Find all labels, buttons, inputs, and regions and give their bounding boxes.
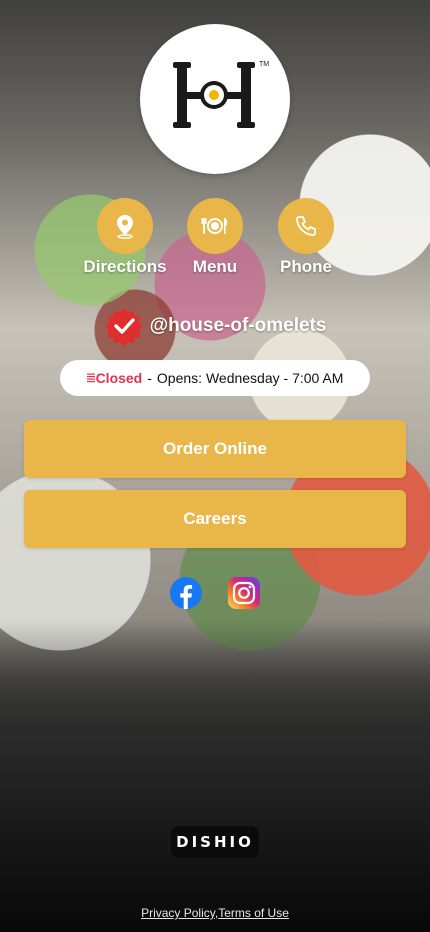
phone-button[interactable]: Phone	[256, 198, 356, 277]
phone-icon	[296, 216, 316, 236]
list-icon	[86, 373, 95, 383]
careers-button[interactable]: Careers	[24, 490, 406, 548]
handle-text: @house-of-omelets	[149, 315, 327, 336]
dishio-logo[interactable]: DISHIO	[171, 826, 259, 858]
plate-utensils-icon	[201, 218, 228, 234]
menu-label: Menu	[192, 257, 238, 276]
facebook-icon[interactable]	[170, 577, 202, 609]
order-online-button[interactable]: Order Online	[24, 420, 406, 478]
terms-of-use-link[interactable]: Terms of Use	[218, 906, 289, 920]
status-next-open: Opens: Wednesday - 7:00 AM	[156, 370, 344, 386]
phone-circle[interactable]	[278, 198, 334, 254]
map-pin-icon	[117, 215, 133, 239]
link-page: TM Directions Menu Phone @house-of-omele…	[0, 0, 430, 932]
logo-icon: TM	[173, 61, 269, 128]
directions-button[interactable]: Directions	[75, 198, 175, 277]
menu-circle[interactable]	[187, 198, 243, 254]
status-closed: Closed	[95, 370, 143, 386]
privacy-policy-link[interactable]: Privacy Policy	[141, 906, 215, 920]
status-badge: Closed - Opens: Wednesday - 7:00 AM	[60, 360, 370, 396]
restaurant-logo: TM	[140, 24, 290, 174]
svg-text:TM: TM	[259, 61, 269, 68]
menu-button[interactable]: Menu	[165, 198, 265, 277]
verified-badge-icon	[104, 308, 143, 346]
phone-label: Phone	[280, 257, 332, 276]
directions-circle[interactable]	[97, 198, 153, 254]
footer-links: Privacy Policy,Terms of Use	[0, 906, 430, 920]
restaurant-handle: @house-of-omelets	[0, 306, 430, 346]
directions-label: Directions	[83, 257, 167, 276]
instagram-icon[interactable]	[228, 577, 260, 609]
status-separator: -	[147, 370, 152, 386]
